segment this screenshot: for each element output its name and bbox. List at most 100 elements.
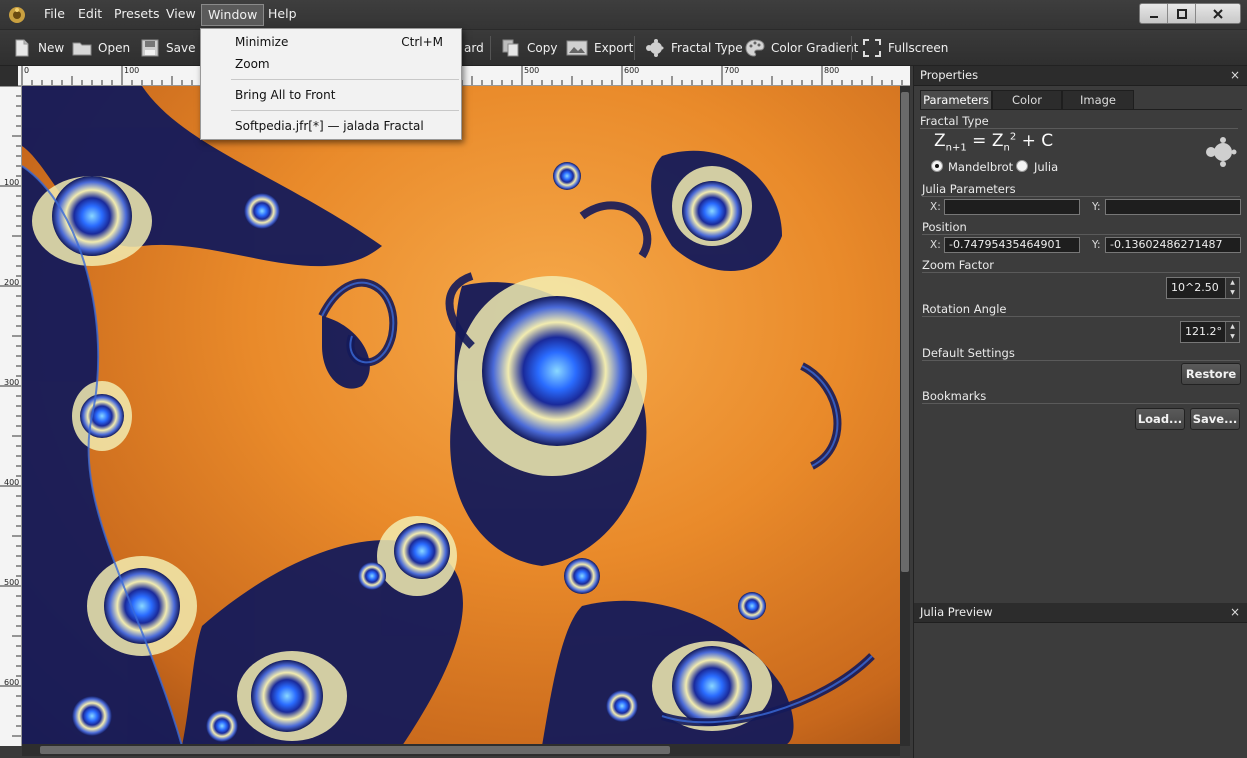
fractal-type-icon bbox=[1206, 137, 1237, 167]
ruler-label: 200 bbox=[4, 278, 20, 287]
new-button[interactable]: New bbox=[12, 36, 64, 60]
ruler-label: 600 bbox=[4, 678, 20, 687]
mandelbrot-radio[interactable] bbox=[931, 160, 943, 172]
export-label: Export bbox=[594, 41, 634, 55]
menu-help[interactable]: Help bbox=[262, 4, 303, 26]
horizontal-scroll-thumb[interactable] bbox=[40, 746, 670, 754]
tab-image[interactable]: Image bbox=[1062, 90, 1134, 110]
section-divider bbox=[922, 360, 1240, 361]
menu-item-document[interactable]: Softpedia.jfr[*] — jalada Fractal bbox=[235, 119, 424, 133]
ruler-label: 500 bbox=[4, 578, 20, 587]
close-icon bbox=[1213, 8, 1223, 19]
copy-icon bbox=[502, 39, 519, 57]
window-controls bbox=[1139, 3, 1241, 24]
minimize-window-button[interactable] bbox=[1140, 4, 1168, 23]
toolbar: New Open Save ard Copy Export Fractal Ty… bbox=[0, 30, 1247, 66]
maximize-window-button[interactable] bbox=[1168, 4, 1196, 23]
tab-color[interactable]: Color bbox=[992, 90, 1062, 110]
ruler-label: 0 bbox=[24, 66, 30, 75]
tab-parameters[interactable]: Parameters bbox=[920, 90, 992, 110]
zoom-factor-spinbox[interactable]: 10^2.50 ▲ ▼ bbox=[1166, 277, 1240, 299]
app-logo-icon[interactable] bbox=[8, 6, 26, 24]
julia-y-input[interactable] bbox=[1105, 199, 1241, 215]
fullscreen-button[interactable]: Fullscreen bbox=[862, 36, 948, 60]
properties-close-icon[interactable]: × bbox=[1230, 66, 1240, 85]
rotation-spin-arrows-icon[interactable]: ▲ ▼ bbox=[1225, 322, 1239, 342]
save-label: Save bbox=[166, 41, 196, 55]
menu-edit[interactable]: Edit bbox=[72, 4, 108, 26]
default-settings-heading: Default Settings bbox=[922, 346, 1015, 360]
save-bookmark-button[interactable]: Save... bbox=[1190, 408, 1240, 430]
formula-z2: Z bbox=[991, 131, 1004, 151]
rotation-angle-spinbox[interactable]: 121.2° ▲ ▼ bbox=[1180, 321, 1240, 343]
position-x-input[interactable]: -0.74795435464901 bbox=[944, 237, 1080, 253]
formula-sub-left: n+1 bbox=[945, 142, 967, 154]
julia-preview-close-icon[interactable]: × bbox=[1230, 603, 1240, 622]
save-button[interactable]: Save bbox=[140, 36, 195, 60]
properties-panel: Properties × Parameters Color Image Frac… bbox=[913, 66, 1247, 758]
load-bookmark-button[interactable]: Load... bbox=[1135, 408, 1185, 430]
menu-item-bring-all-to-front[interactable]: Bring All to Front bbox=[235, 88, 335, 102]
color-gradient-button[interactable]: Color Gradient bbox=[745, 36, 858, 60]
julia-x-input[interactable] bbox=[944, 199, 1080, 215]
properties-header: Properties × bbox=[914, 66, 1247, 86]
section-divider bbox=[922, 272, 1240, 273]
position-y-input[interactable]: -0.13602486271487 bbox=[1105, 237, 1241, 253]
close-window-button[interactable] bbox=[1196, 4, 1240, 23]
julia-radio[interactable] bbox=[1016, 160, 1028, 172]
formula-equals: = bbox=[972, 131, 987, 151]
clipboard-button[interactable]: ard bbox=[464, 36, 484, 60]
section-divider bbox=[922, 403, 1240, 404]
julia-parameters-heading: Julia Parameters bbox=[922, 182, 1016, 196]
palette-icon bbox=[745, 39, 765, 57]
formula-z: Z bbox=[934, 131, 946, 151]
fractal-canvas[interactable] bbox=[22, 86, 900, 746]
copy-button[interactable]: Copy bbox=[501, 36, 557, 60]
menu-window[interactable]: Window bbox=[201, 4, 265, 26]
vertical-ruler: 100 200 300 400 500 600 bbox=[0, 86, 22, 746]
fractal-image bbox=[22, 86, 875, 746]
restore-button[interactable]: Restore bbox=[1181, 363, 1241, 385]
menu-separator bbox=[231, 110, 459, 111]
new-label: New bbox=[38, 41, 65, 55]
fullscreen-icon bbox=[863, 39, 881, 57]
vertical-scroll-thumb[interactable] bbox=[901, 92, 909, 572]
ruler-label: 800 bbox=[824, 66, 840, 75]
fractal-type-button[interactable]: Fractal Type bbox=[645, 36, 743, 60]
julia-x-label: X: bbox=[930, 201, 941, 213]
menu-file[interactable]: File bbox=[38, 4, 71, 26]
export-button[interactable]: Export bbox=[566, 36, 633, 60]
ruler-label: 100 bbox=[4, 178, 20, 187]
section-divider bbox=[920, 128, 1238, 129]
ruler-label: 100 bbox=[124, 66, 140, 75]
fractal-icon bbox=[646, 39, 664, 57]
menu-item-minimize[interactable]: Minimize bbox=[235, 35, 288, 49]
menu-presets[interactable]: Presets bbox=[108, 4, 166, 26]
formula-sup: 2 bbox=[1009, 131, 1017, 143]
tab-underline bbox=[920, 109, 1242, 110]
fractal-type-label: Fractal Type bbox=[671, 41, 743, 55]
image-export-icon bbox=[566, 40, 588, 56]
folder-icon bbox=[72, 42, 92, 56]
menu-separator bbox=[231, 79, 459, 80]
ruler-label: 600 bbox=[624, 66, 640, 75]
toolbar-separator bbox=[851, 36, 852, 60]
zoom-factor-value: 10^2.50 bbox=[1171, 281, 1219, 294]
minimize-icon bbox=[1149, 15, 1158, 18]
zoom-spin-arrows-icon[interactable]: ▲ ▼ bbox=[1225, 278, 1239, 298]
julia-label: Julia bbox=[1034, 160, 1059, 174]
julia-y-label: Y: bbox=[1092, 201, 1101, 213]
color-gradient-label: Color Gradient bbox=[771, 41, 859, 55]
bookmarks-heading: Bookmarks bbox=[922, 389, 987, 403]
rotation-angle-heading: Rotation Angle bbox=[922, 302, 1007, 316]
fractal-formula: Zn+1 = Zn2 + C bbox=[934, 131, 1053, 153]
toolbar-separator bbox=[634, 36, 635, 60]
zoom-factor-heading: Zoom Factor bbox=[922, 258, 995, 272]
horizontal-ruler: 0 100 200 300 400 500 600 700 800 bbox=[18, 66, 910, 86]
menu-item-zoom[interactable]: Zoom bbox=[235, 57, 270, 71]
section-divider bbox=[922, 316, 1240, 317]
menu-view[interactable]: View bbox=[160, 4, 202, 26]
open-button[interactable]: Open bbox=[72, 36, 130, 60]
minimize-shortcut: Ctrl+M bbox=[401, 35, 443, 49]
rotation-angle-value: 121.2° bbox=[1185, 325, 1222, 338]
